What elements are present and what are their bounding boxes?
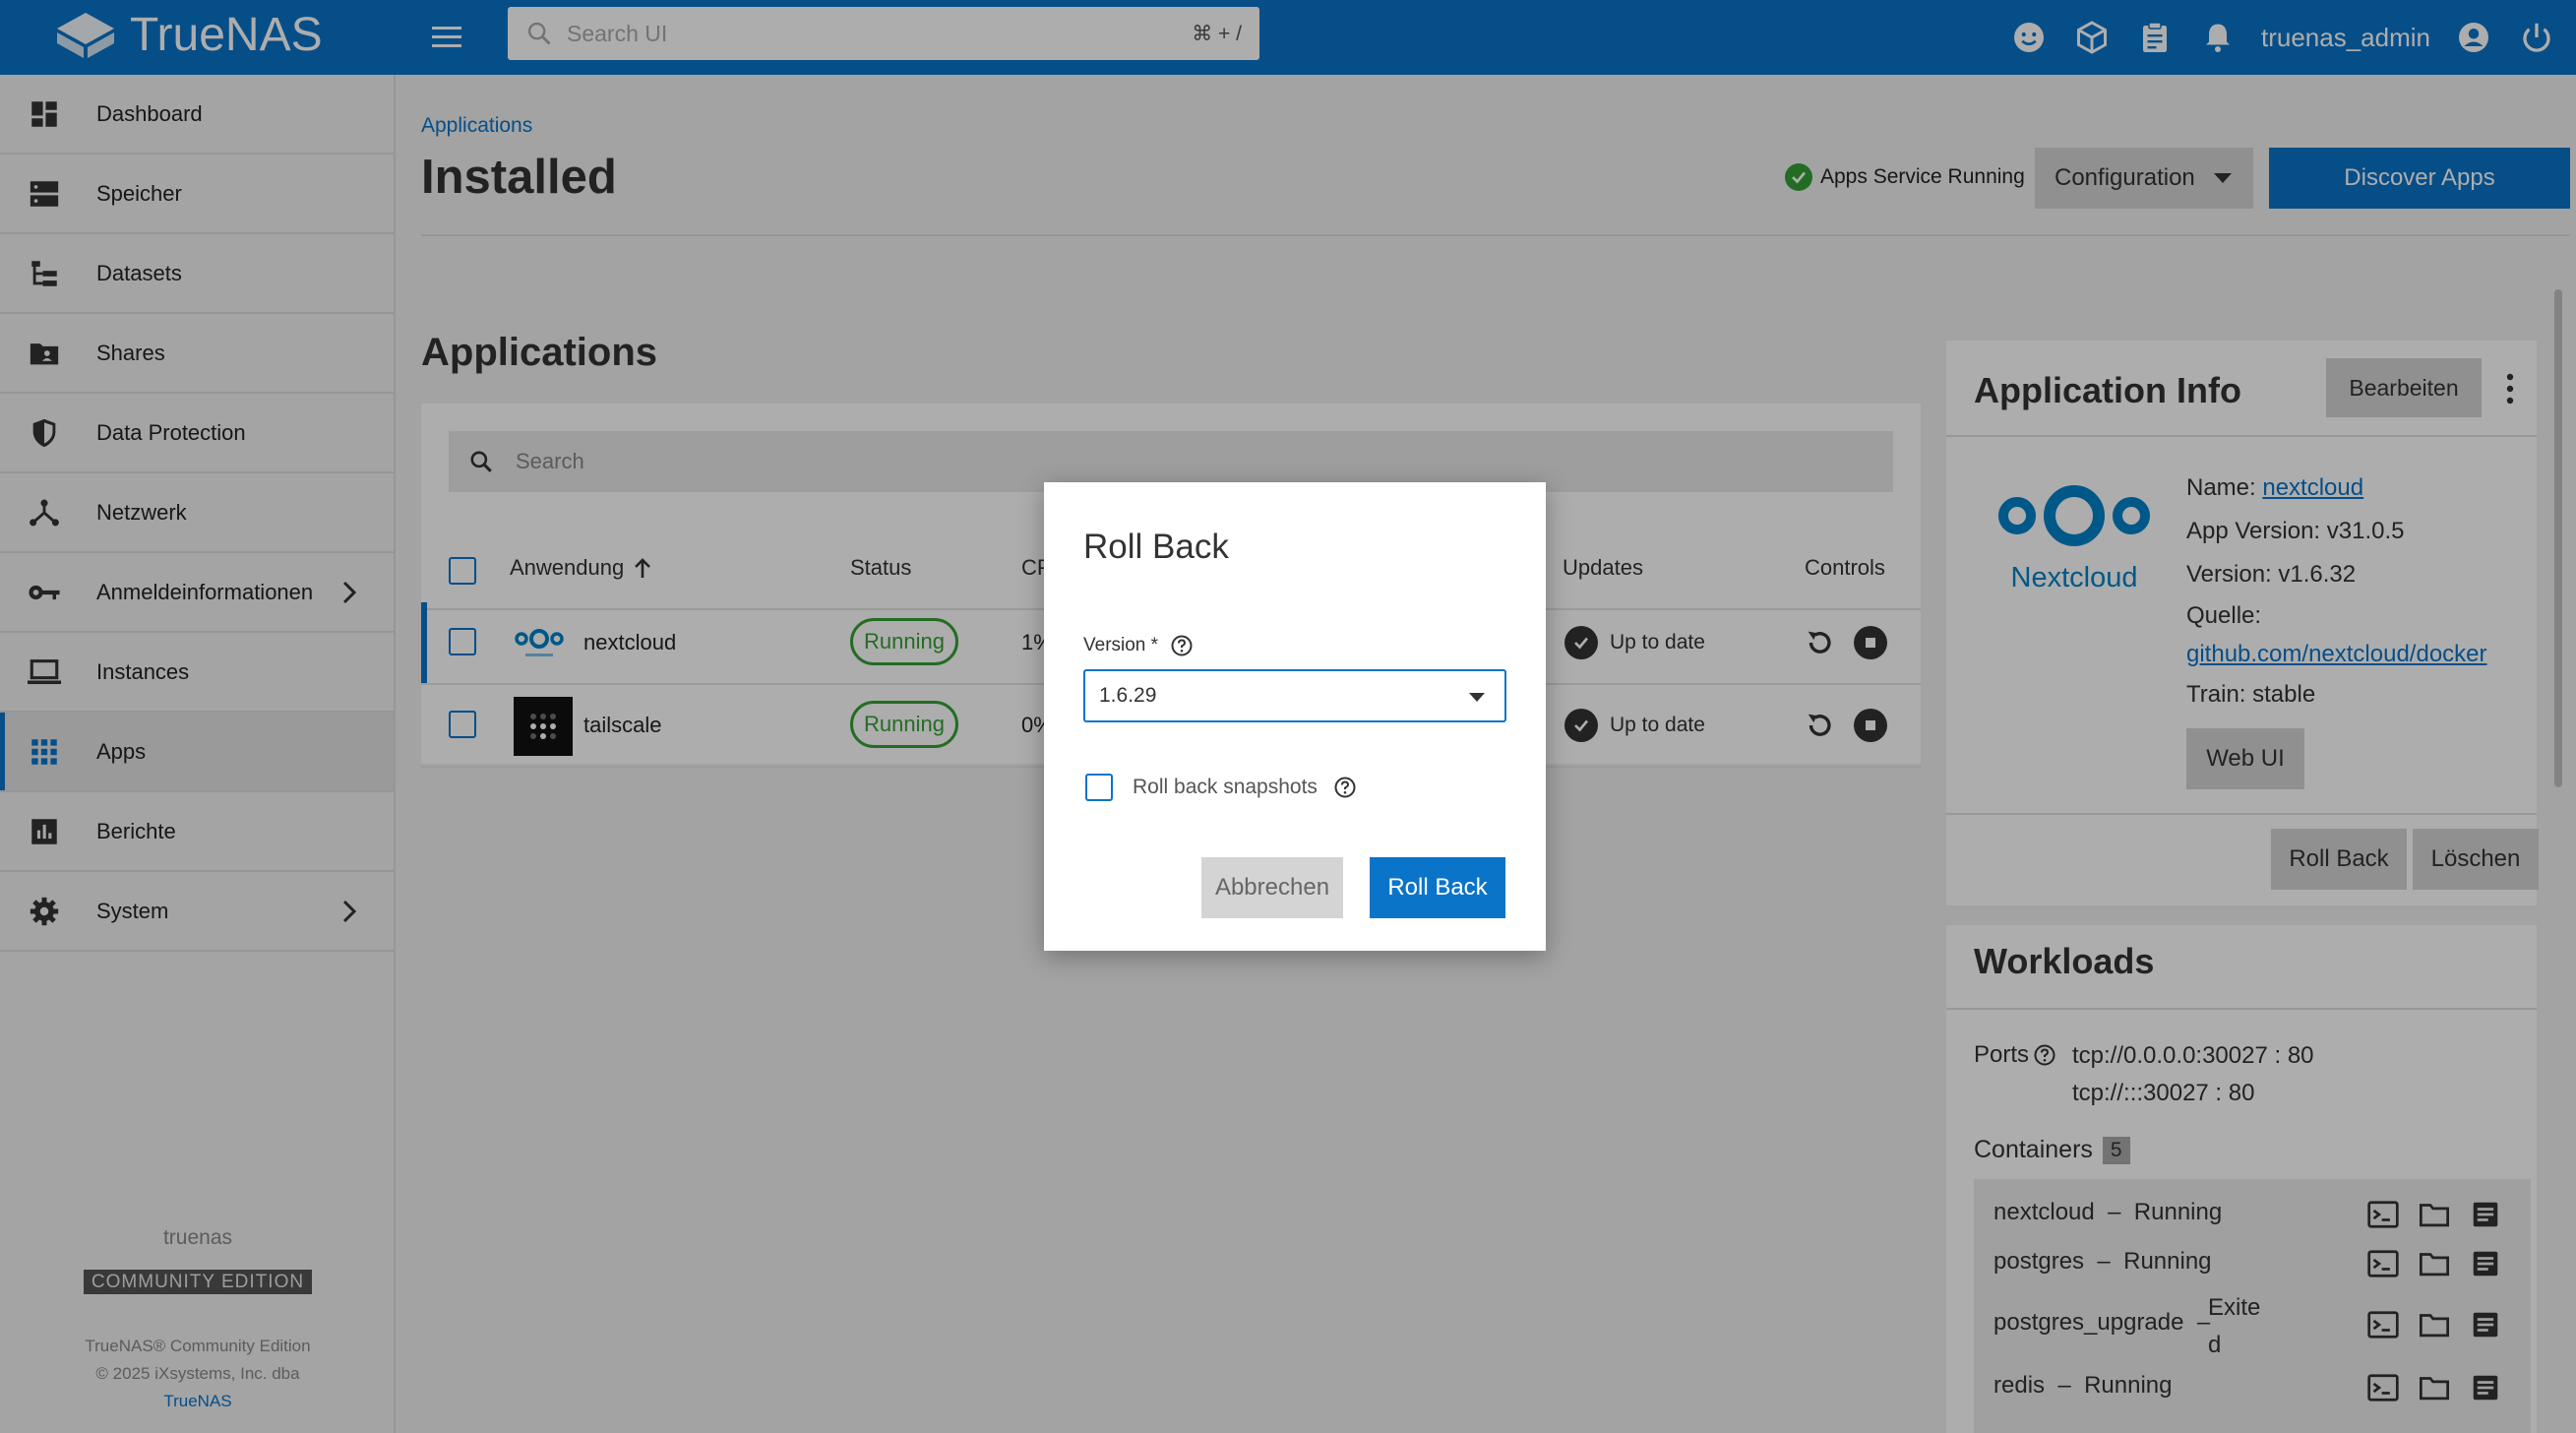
- version-selected-value: 1.6.29: [1099, 684, 1157, 707]
- confirm-roll-back-button[interactable]: Roll Back: [1370, 857, 1505, 918]
- caret-down-icon: [1469, 693, 1485, 702]
- roll-back-dialog: Roll Back Version * 1.6.29 Roll back sna…: [1044, 482, 1546, 951]
- roll-back-snapshots-checkbox[interactable]: [1085, 774, 1113, 801]
- dialog-title: Roll Back: [1083, 528, 1229, 566]
- help-circle-icon[interactable]: [1333, 776, 1357, 799]
- version-label-text: Version *: [1083, 635, 1159, 655]
- roll-back-snapshots-label[interactable]: Roll back snapshots: [1133, 776, 1318, 799]
- version-field-label: Version *: [1083, 634, 1194, 657]
- roll-back-snapshots-option: Roll back snapshots: [1085, 774, 1357, 801]
- version-select[interactable]: 1.6.29: [1083, 669, 1506, 722]
- help-circle-icon[interactable]: [1170, 634, 1194, 657]
- cancel-button[interactable]: Abbrechen: [1201, 857, 1343, 918]
